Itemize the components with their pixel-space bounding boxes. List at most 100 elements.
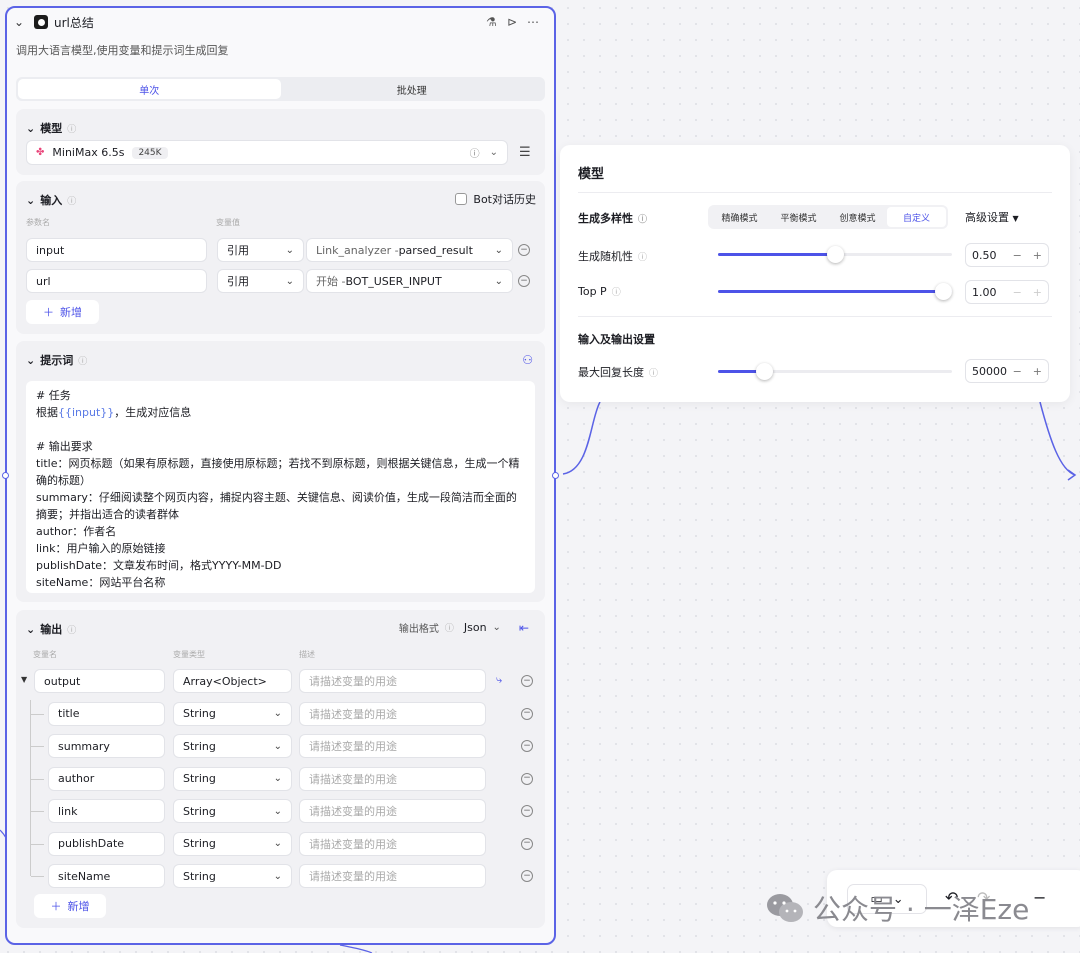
prompt-line: link：用户输入的原始链接 <box>36 542 166 555</box>
slider-handle[interactable] <box>826 246 844 263</box>
desc-placeholder: 请描述变量的用途 <box>309 772 397 786</box>
node-title[interactable]: url总结 <box>54 14 94 31</box>
ref-value-select[interactable]: 开始 - BOT_USER_INPUT ⌄ <box>306 269 513 293</box>
remove-row-icon[interactable]: − <box>521 805 533 817</box>
remove-row-icon[interactable]: − <box>521 675 533 687</box>
more-options-icon[interactable]: ⋯ <box>527 15 539 29</box>
output-var-name-input[interactable]: publishDate <box>48 831 165 856</box>
output-var-type-select[interactable]: String ⌄ <box>173 799 292 823</box>
param-name-input[interactable]: url <box>26 269 207 293</box>
output-var-name-input[interactable]: author <box>48 766 165 791</box>
remove-row-icon[interactable]: − <box>521 837 533 850</box>
output-var-name-input[interactable]: link <box>48 799 165 823</box>
prompt-library-icon[interactable]: ⚇ <box>522 353 533 367</box>
chevron-down-icon[interactable]: ⌄ <box>26 623 35 636</box>
remove-row-icon[interactable]: − <box>521 740 533 752</box>
remove-row-icon[interactable]: − <box>521 772 533 785</box>
chevron-down-icon[interactable]: ⌄ <box>490 147 498 158</box>
output-var-type-select[interactable]: String ⌄ <box>173 701 292 726</box>
node-input-port[interactable] <box>2 472 9 479</box>
history-checkbox[interactable] <box>455 193 468 205</box>
flask-test-icon[interactable]: ⚗ <box>486 15 497 29</box>
var-type: String <box>183 739 216 753</box>
remove-row-icon[interactable]: − <box>518 244 530 256</box>
output-var-type-select[interactable]: Array<Object> <box>173 669 292 693</box>
expand-caret-icon[interactable]: ▼ <box>21 675 27 684</box>
output-var-name-input[interactable]: output <box>34 669 165 693</box>
output-var-desc-input[interactable]: 请描述变量的用途 <box>299 701 486 726</box>
output-var-desc-input[interactable]: 请描述变量的用途 <box>299 766 486 791</box>
add-child-icon[interactable]: ⤷ <box>496 673 502 687</box>
output-var-desc-input[interactable]: 请描述变量的用途 <box>299 669 486 693</box>
temperature-stepper[interactable]: 0.50 − + <box>965 243 1049 267</box>
slider-handle[interactable] <box>756 363 774 380</box>
model-select[interactable]: ✤ MiniMax 6.5s 245K ⓘ ⌄ <box>26 140 508 165</box>
output-var-desc-input[interactable]: 请描述变量的用途 <box>299 831 486 856</box>
minus-icon[interactable]: − <box>1013 249 1022 262</box>
tab-batch[interactable]: 批处理 <box>281 79 544 99</box>
chevron-down-icon[interactable]: ⌄ <box>26 354 35 367</box>
ref-type-select[interactable]: 引用 ⌄ <box>217 238 304 262</box>
ref-value-select[interactable]: Link_analyzer - parsed_result ⌄ <box>306 238 513 262</box>
ref-source: 开始 - <box>316 275 346 288</box>
zoom-out-icon[interactable]: − <box>1033 888 1046 907</box>
plus-icon[interactable]: + <box>1033 365 1042 378</box>
add-input-button[interactable]: ＋ 新增 <box>26 300 99 324</box>
top-p-stepper[interactable]: 1.00 − + <box>965 280 1049 304</box>
plus-icon[interactable]: + <box>1033 286 1042 299</box>
prompt-line: title：网页标题（如果有原标题，直接使用原标题；若找不到原标题，则根据关键信… <box>36 457 520 487</box>
stepper-value[interactable]: 1.00 <box>972 286 997 299</box>
model-section: ⌄ 模型 ⓘ ✤ MiniMax 6.5s 245K ⓘ ⌄ ☰ <box>16 109 545 175</box>
var-name: summary <box>58 739 110 753</box>
output-var-name-input[interactable]: title <box>48 701 165 726</box>
output-var-desc-input[interactable]: 请描述变量的用途 <box>299 864 486 888</box>
bot-history-toggle[interactable]: Bot对话历史 <box>455 191 536 207</box>
node-output-port[interactable] <box>552 472 559 479</box>
tab-single[interactable]: 单次 <box>18 79 281 99</box>
chevron-down-icon[interactable]: ⌄ <box>493 622 501 633</box>
import-icon[interactable]: ⇤ <box>519 621 529 635</box>
remove-row-icon[interactable]: − <box>518 275 530 287</box>
prompt-editor[interactable]: # 任务 根据{{input}}，生成对应信息 # 输出要求 title：网页标题（如… <box>26 381 535 593</box>
format-select[interactable]: Json <box>464 621 487 634</box>
collapse-chevron-icon[interactable]: ⌄ <box>14 15 30 29</box>
ref-type-select[interactable]: 引用 ⌄ <box>217 269 304 293</box>
add-output-button[interactable]: ＋ 新增 <box>34 894 106 918</box>
minus-icon[interactable]: − <box>1013 286 1022 299</box>
chevron-down-icon: ⌄ <box>273 838 282 849</box>
output-var-name-input[interactable]: siteName <box>48 864 165 888</box>
output-var-type-select[interactable]: String ⌄ <box>173 734 292 758</box>
info-icon[interactable]: ⓘ <box>470 145 480 160</box>
chevron-down-icon[interactable]: ⌄ <box>26 194 35 207</box>
run-node-icon[interactable]: ⊳ <box>507 15 517 29</box>
output-var-type-select[interactable]: String ⌄ <box>173 864 292 888</box>
output-var-type-select[interactable]: String ⌄ <box>173 831 292 856</box>
mode-precise[interactable]: 精确模式 <box>710 207 769 227</box>
output-var-type-select[interactable]: String ⌄ <box>173 766 292 791</box>
mode-creative[interactable]: 创意模式 <box>828 207 887 227</box>
max-length-slider[interactable] <box>718 363 952 380</box>
diversity-label-row: 生成多样性 ⓘ <box>578 210 647 226</box>
param-name-input[interactable]: input <box>26 238 207 262</box>
advanced-settings-toggle[interactable]: 高级设置 ▼ <box>965 209 1019 225</box>
remove-row-icon[interactable]: − <box>521 870 533 882</box>
plus-icon: ＋ <box>50 900 62 913</box>
stepper-value[interactable]: 0.50 <box>972 249 997 262</box>
output-var-desc-input[interactable]: 请描述变量的用途 <box>299 799 486 823</box>
chevron-down-icon[interactable]: ⌄ <box>26 122 35 135</box>
remove-row-icon[interactable]: − <box>521 707 533 720</box>
mode-custom[interactable]: 自定义 <box>887 207 946 227</box>
slider-handle[interactable] <box>935 283 952 300</box>
stepper-value[interactable]: 50000 <box>972 365 1007 378</box>
plus-icon[interactable]: + <box>1033 249 1042 262</box>
chevron-down-icon: ⌄ <box>285 244 294 256</box>
output-var-desc-input[interactable]: 请描述变量的用途 <box>299 734 486 758</box>
mode-balanced[interactable]: 平衡模式 <box>769 207 828 227</box>
minus-icon[interactable]: − <box>1013 365 1022 378</box>
section-title: 输出 <box>40 623 63 636</box>
temperature-slider[interactable] <box>718 246 952 263</box>
top-p-slider[interactable] <box>718 283 952 300</box>
model-settings-icon[interactable]: ☰ <box>519 145 531 160</box>
output-var-name-input[interactable]: summary <box>48 734 165 758</box>
max-length-stepper[interactable]: 50000− + <box>965 359 1049 383</box>
